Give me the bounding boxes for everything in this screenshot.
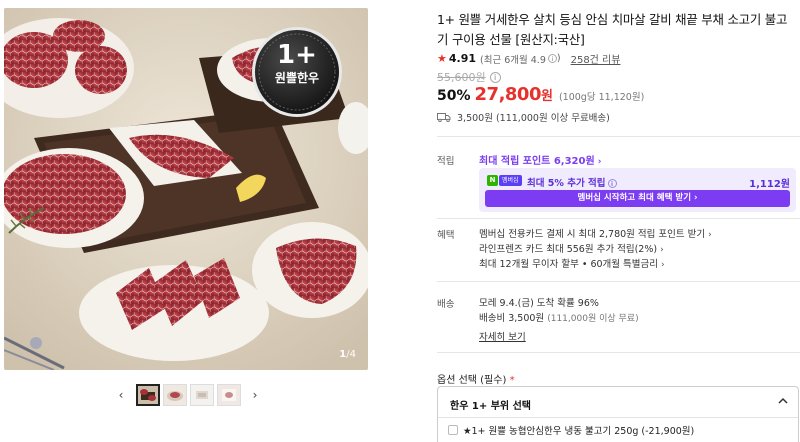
info-icon[interactable]: i xyxy=(547,54,557,63)
benefit-text: 멤버십 전용카드 결제 시 최대 2,780원 적립 포인트 받기 xyxy=(479,229,706,240)
image-counter: 1/4 xyxy=(339,349,356,360)
thumbnail-strip: ‹ › xyxy=(114,381,262,409)
option-label: 옵션 선택 (필수) * xyxy=(437,371,515,386)
review-count-link[interactable]: 258건 리뷰 xyxy=(571,51,621,66)
badge-label: 원쁠한우 xyxy=(274,71,320,85)
benefit-item-linefriends-card[interactable]: 라인프렌즈 카드 최대 556원 추가 적립(2%) › xyxy=(479,241,664,255)
chevron-right-icon: › xyxy=(597,157,602,167)
membership-extra-points: 최대 5% 추가 적립 i xyxy=(527,175,617,189)
option-item-label: ★1+ 원쁠 농협안심한우 냉동 불고기 250g (-21,900원) xyxy=(463,426,695,437)
divider xyxy=(437,352,800,353)
sale-price-unit: 원 xyxy=(540,89,553,104)
sale-price-row: 50% 27,800 원 (100g당 11,120원) xyxy=(437,84,644,105)
membership-start-button[interactable]: 멤버십 시작하고 최대 혜택 받기 › xyxy=(485,190,790,207)
divider xyxy=(437,218,800,219)
benefit-item-card-points[interactable]: 멤버십 전용카드 결제 시 최대 2,780원 적립 포인트 받기 › xyxy=(479,226,712,240)
thumbnail-4[interactable] xyxy=(216,384,241,406)
benefit-text: 라인프렌즈 카드 최대 556원 추가 적립(2%) xyxy=(479,244,658,255)
option-select[interactable]: 한우 1+ 부위 선택 ★1+ 원쁠 농협안심한우 냉동 불고기 250g (-… xyxy=(437,386,799,442)
naver-n-icon: N xyxy=(487,175,498,186)
chevron-right-icon: › xyxy=(661,260,665,270)
delivery-fee-text: 배송비 3,500원 xyxy=(479,313,545,324)
max-points-link[interactable]: 최대 적립 포인트 6,320원 › xyxy=(479,152,601,167)
thumbnail-2[interactable] xyxy=(162,384,187,406)
main-product-image[interactable]: 1+ 원쁠한우 1/4 xyxy=(4,8,368,370)
product-title: 1+ 원쁠 거세한우 살치 등심 안심 치마살 갈비 채끝 부채 소고기 불고기… xyxy=(437,12,788,47)
benefits-label: 혜택 xyxy=(437,230,455,241)
membership-box: N 멤버십 최대 5% 추가 적립 i 1,112원 멤버십 시작하고 최대 혜택… xyxy=(479,168,796,212)
divider xyxy=(437,136,800,137)
delivery-fee: 배송비 3,500원 (111,000원 이상 무료) xyxy=(479,310,639,324)
image-counter-separator: / xyxy=(346,349,350,360)
original-price: 55,600원 xyxy=(437,71,486,84)
prev-thumbnail-icon[interactable]: ‹ xyxy=(114,384,128,406)
required-mark: * xyxy=(509,375,515,386)
original-price-row: 55,600원 i xyxy=(437,69,501,85)
option-select-heading: 한우 1+ 부위 선택 xyxy=(450,401,531,412)
thumbnail-1[interactable] xyxy=(135,384,160,406)
chevron-up-icon[interactable] xyxy=(776,394,790,408)
points-label: 적립 xyxy=(437,156,455,167)
image-counter-total: 4 xyxy=(349,349,356,360)
star-icon: ★ xyxy=(437,52,447,65)
thumbnail-3[interactable] xyxy=(189,384,214,406)
rating-recent: (최근 6개월 4.9 xyxy=(480,54,546,66)
rating-recent-close: ) xyxy=(556,53,561,64)
membership-extra-text: 최대 5% 추가 적립 xyxy=(527,178,606,189)
shipping-fee-summary: 3,500원 (111,000원 이상 무료배송) xyxy=(457,113,610,124)
rating-score: 4.91 xyxy=(448,52,477,65)
truck-icon xyxy=(437,113,451,122)
delivery-fee-note: (111,000원 이상 무료) xyxy=(547,314,639,324)
divider xyxy=(437,281,800,282)
info-icon[interactable]: i xyxy=(607,179,617,188)
membership-points-value: 1,112원 xyxy=(749,179,790,190)
max-points-text: 최대 적립 포인트 6,320원 xyxy=(479,156,595,167)
price-info-icon[interactable]: i xyxy=(489,71,501,83)
rating-row: ★ 4.91 (최근 6개월 4.9 i) 258건 리뷰 xyxy=(437,51,620,66)
delivery-label: 배송 xyxy=(437,299,455,310)
option-divider xyxy=(438,417,798,418)
grade-badge: 1+ 원쁠한우 xyxy=(255,40,339,86)
delivery-more-link[interactable]: 자세히 보기 xyxy=(479,329,526,343)
badge-grade: 1+ xyxy=(277,40,317,70)
sale-price: 27,800 xyxy=(474,84,542,105)
chevron-right-icon: › xyxy=(660,245,664,255)
benefit-item-installment[interactable]: 최대 12개월 무이자 할부 • 60개월 특별금리 › xyxy=(479,256,665,270)
option-item[interactable]: ★1+ 원쁠 농협안심한우 냉동 불고기 250g (-21,900원) xyxy=(448,423,694,437)
naver-plus-icon: N 멤버십 xyxy=(487,175,522,186)
membership-tag: 멤버십 xyxy=(499,175,522,186)
chevron-right-icon: › xyxy=(708,230,712,240)
shipping-summary: 3,500원 (111,000원 이상 무료배송) xyxy=(437,110,610,124)
delivery-arrival: 모레 9.4.(금) 도착 확률 96% xyxy=(479,298,599,309)
discount-rate: 50% xyxy=(437,88,471,104)
next-thumbnail-icon[interactable]: › xyxy=(248,384,262,406)
option-checkbox[interactable] xyxy=(448,425,458,435)
benefit-text: 최대 12개월 무이자 할부 • 60개월 특별금리 xyxy=(479,259,658,270)
option-label-text: 옵션 선택 (필수) xyxy=(437,375,507,386)
unit-price: (100g당 11,120원) xyxy=(558,92,645,103)
